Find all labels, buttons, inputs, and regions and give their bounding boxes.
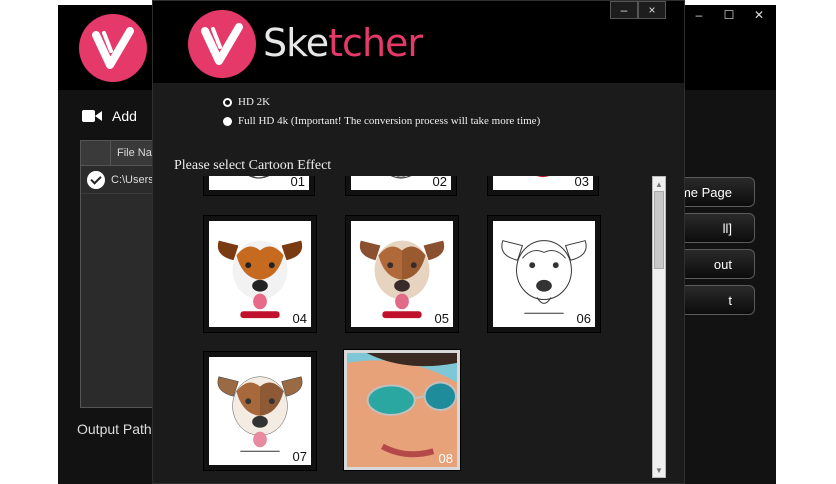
exit-button-label: t xyxy=(728,292,732,308)
radio-button-selected[interactable] xyxy=(223,97,232,107)
effect-number: 04 xyxy=(292,311,307,326)
radio-button[interactable] xyxy=(223,116,232,126)
effect-thumbnail-08[interactable]: 08 xyxy=(343,349,461,471)
checkmark-icon[interactable] xyxy=(87,170,105,189)
file-path-cell: C:\Users xyxy=(111,173,154,186)
exit-button[interactable]: t xyxy=(680,285,755,315)
output-path-label: Output Path xyxy=(77,421,152,437)
file-list-header: File Na xyxy=(81,141,159,166)
effect-number: 03 xyxy=(574,176,589,189)
effect-number: 01 xyxy=(290,176,305,189)
scroll-up-arrow-icon[interactable]: ▲ xyxy=(653,177,665,191)
effect-preview: 03 xyxy=(493,176,593,190)
resolution-option-hd2k[interactable]: HD 2K xyxy=(223,96,270,108)
minimize-icon[interactable]: – xyxy=(684,5,714,25)
main-window-controls: – ☐ ✕ xyxy=(684,5,776,27)
resolution-option-label: HD 2K xyxy=(238,96,271,108)
effect-thumbnail-02[interactable]: 02 xyxy=(345,176,457,196)
effect-thumbnail-07[interactable]: 07 xyxy=(203,351,317,471)
effect-grid-scrollbar[interactable]: ▲ ▼ xyxy=(652,176,666,478)
resolution-option-4k[interactable]: Full HD 4k (Important! The conversion pr… xyxy=(223,115,540,127)
effect-preview: 04 xyxy=(209,221,311,327)
effect-preview: 01 xyxy=(209,176,309,190)
dialog-window-controls: – × xyxy=(610,1,666,19)
effect-number: 02 xyxy=(432,176,447,189)
effect-preview: 05 xyxy=(351,221,453,327)
effect-thumbnail-03[interactable]: 03 xyxy=(487,176,599,196)
effect-number: 07 xyxy=(292,449,307,464)
effect-thumbnail-01[interactable]: 01 xyxy=(203,176,315,196)
effect-preview: 07 xyxy=(209,357,311,465)
file-name-column-header: File Na xyxy=(117,147,152,159)
sketcher-logo-icon xyxy=(79,14,147,82)
select-column-header xyxy=(81,141,111,165)
woman-sunglasses-icon xyxy=(347,353,457,467)
sketcher-logo-icon xyxy=(188,10,256,78)
home-page-button[interactable]: me Page xyxy=(680,177,755,207)
effect-preview: 08 xyxy=(347,353,457,467)
scroll-down-arrow-icon[interactable]: ▼ xyxy=(653,463,665,477)
add-button-label: Add xyxy=(112,108,137,124)
resolution-option-label: Full HD 4k (Important! The conversion pr… xyxy=(238,115,541,127)
scrollbar-thumb[interactable] xyxy=(654,191,664,269)
effect-thumbnail-05[interactable]: 05 xyxy=(345,215,459,333)
dialog-minimize-button[interactable]: – xyxy=(610,1,638,19)
side-button-2-label: ll] xyxy=(722,220,732,236)
effect-number: 08 xyxy=(438,451,453,466)
table-row[interactable]: C:\Users xyxy=(81,166,159,194)
side-button-2[interactable]: ll] xyxy=(680,213,755,243)
effect-thumbnail-06[interactable]: 06 xyxy=(487,215,601,333)
dialog-close-button[interactable]: × xyxy=(638,1,666,19)
effect-thumbnail-04[interactable]: 04 xyxy=(203,215,317,333)
effect-preview: 02 xyxy=(351,176,451,190)
home-page-button-label: me Page xyxy=(680,184,732,200)
maximize-icon[interactable]: ☐ xyxy=(714,5,744,25)
add-button[interactable]: Add xyxy=(82,108,137,124)
app-brand-name: Sketcher xyxy=(263,21,423,65)
effect-thumbnail-grid: 01 02 03 04 05 06 07 08 xyxy=(197,176,609,476)
file-list-table: File Na C:\Users xyxy=(80,140,160,408)
effect-number: 06 xyxy=(576,311,591,326)
select-effect-prompt: Please select Cartoon Effect xyxy=(174,158,332,173)
effect-number: 05 xyxy=(434,311,449,326)
close-icon[interactable]: ✕ xyxy=(744,5,774,25)
about-button[interactable]: out xyxy=(680,249,755,279)
effect-preview: 06 xyxy=(493,221,595,327)
cartoon-effect-dialog: Sketcher – × HD 2K Full HD 4k (Important… xyxy=(152,0,685,484)
about-button-label: out xyxy=(713,256,732,272)
video-camera-icon xyxy=(82,110,102,122)
app-name-text: Sketcher xyxy=(263,21,423,65)
dialog-header: Sketcher – × xyxy=(153,1,684,83)
